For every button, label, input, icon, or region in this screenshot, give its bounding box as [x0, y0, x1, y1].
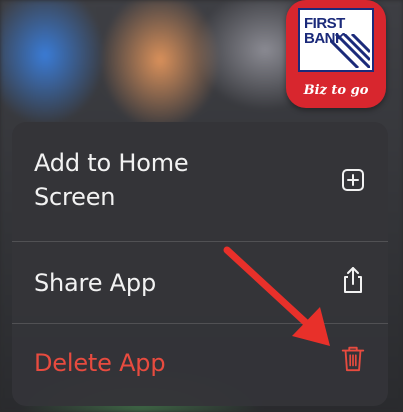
menu-item-label: Delete App [34, 349, 166, 377]
menu-item-label: Add to Home Screen [34, 149, 189, 211]
menu-item-add-to-home-screen[interactable]: Add to Home Screen [12, 122, 388, 242]
menu-item-share-app[interactable]: Share App [12, 242, 388, 324]
trash-icon [341, 346, 365, 372]
first-bank-logo: FIRST BANK [298, 8, 374, 72]
logo-line-first: FIRST [304, 15, 345, 32]
first-bank-app-icon[interactable]: FIRST BANK Biz to go [286, 0, 386, 108]
logo-stripes-icon [330, 34, 370, 68]
menu-item-delete-app[interactable]: Delete App [12, 324, 388, 406]
menu-item-label: Share App [34, 269, 156, 297]
app-context-menu: Add to Home Screen Share App Delete App [12, 122, 388, 406]
app-tagline: Biz to go [303, 83, 369, 98]
share-icon [344, 267, 362, 293]
plus-square-icon [342, 169, 364, 191]
